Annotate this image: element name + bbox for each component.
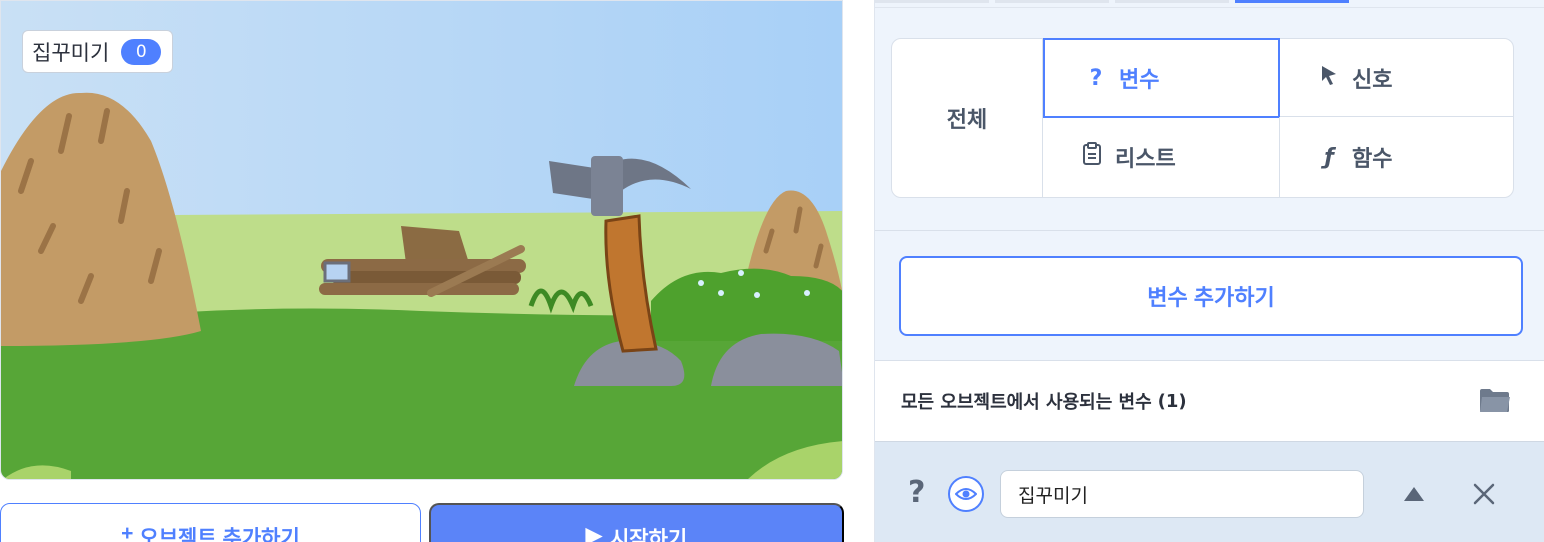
variable-panel: 전체 ? 변수 신호 리스트 ƒ 함수 변수 추가하기 모든 오브젝트에서 사용…	[874, 0, 1544, 542]
category-variable[interactable]: ? 변수	[1043, 38, 1280, 118]
category-signal[interactable]: 신호	[1280, 39, 1514, 117]
category-function[interactable]: ƒ 함수	[1280, 117, 1514, 197]
variable-monitor-name: 집꾸미기	[32, 40, 110, 65]
question-icon: ?	[1089, 65, 1103, 91]
variable-section-header[interactable]: 모든 오브젝트에서 사용되는 변수 (1)	[875, 361, 1544, 441]
visibility-eye-icon[interactable]	[948, 476, 984, 512]
category-filter: 전체 ? 변수 신호 리스트 ƒ 함수	[891, 38, 1514, 198]
move-up-icon[interactable]	[1402, 485, 1426, 503]
play-icon: ▶	[585, 524, 602, 542]
add-object-label: 오브젝트 추가하기	[139, 527, 300, 542]
stage-canvas[interactable]: 집꾸미기 0	[0, 0, 843, 480]
category-all[interactable]: 전체	[892, 39, 1043, 197]
clipboard-icon	[1081, 142, 1103, 172]
variable-monitor-value: 0	[121, 38, 162, 65]
category-list-label: 리스트	[1115, 147, 1176, 172]
category-variable-label: 변수	[1119, 68, 1160, 93]
variable-monitor[interactable]: 집꾸미기 0	[22, 30, 174, 73]
variable-type-icon: ?	[908, 475, 926, 510]
delete-variable-icon[interactable]	[1471, 481, 1497, 507]
function-icon: ƒ	[1324, 144, 1334, 170]
app-root: 집꾸미기 0 + 오브젝트 추가하기 ▶ 시작하기 전체 ? 변수 신호 리스트…	[0, 0, 1544, 542]
category-function-label: 함수	[1352, 147, 1393, 172]
plus-icon: +	[121, 522, 134, 542]
tab-1[interactable]	[875, 0, 989, 3]
tab-2[interactable]	[995, 0, 1109, 3]
add-variable-button[interactable]: 변수 추가하기	[899, 256, 1523, 336]
tab-3[interactable]	[1115, 0, 1229, 3]
category-list[interactable]: 리스트	[1043, 117, 1280, 197]
divider	[875, 230, 1544, 231]
panel-tab-strip	[875, 0, 1544, 8]
add-object-button[interactable]: + 오브젝트 추가하기	[0, 503, 421, 542]
folder-icon[interactable]	[1478, 387, 1511, 414]
add-variable-label: 변수 추가하기	[1147, 285, 1275, 310]
variable-name-input[interactable]	[1000, 470, 1364, 518]
signal-icon	[1318, 64, 1340, 92]
start-button[interactable]: ▶ 시작하기	[429, 503, 844, 542]
category-all-label: 전체	[946, 108, 988, 133]
category-signal-label: 신호	[1352, 67, 1393, 93]
section-title: 모든 오브젝트에서 사용되는 변수	[901, 392, 1152, 413]
tab-attributes[interactable]	[1235, 0, 1349, 3]
start-label: 시작하기	[609, 528, 688, 542]
section-count: (1)	[1157, 390, 1187, 412]
